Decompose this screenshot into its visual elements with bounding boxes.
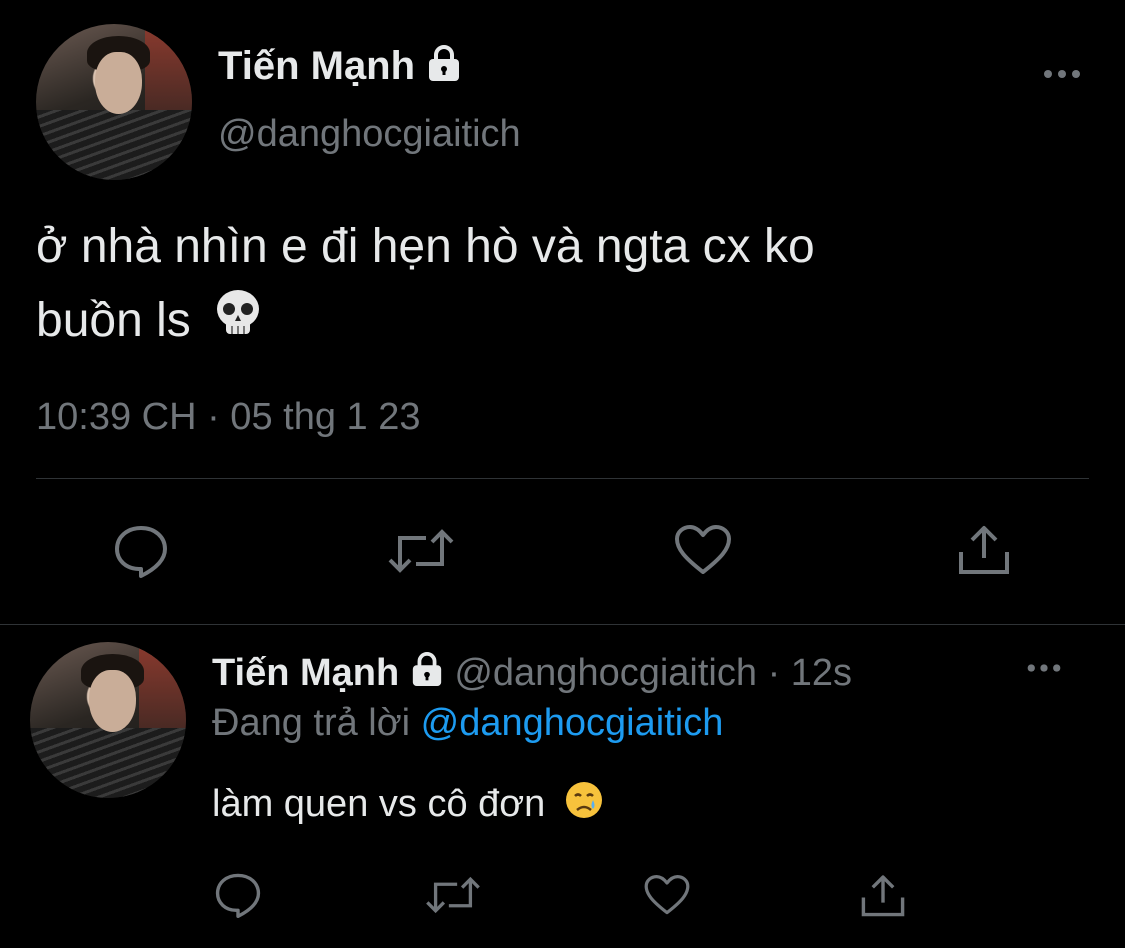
replying-to-handle-link[interactable]: @danghocgiaitich	[421, 702, 724, 744]
divider	[36, 478, 1089, 479]
tweet-text-line-2: buồn ls	[36, 284, 1086, 360]
replying-to-label: Đang trả lời	[212, 702, 411, 744]
retweet-icon[interactable]	[424, 874, 482, 916]
author-name[interactable]: Tiến Mạnh	[218, 42, 462, 94]
reply-handle[interactable]: @danghocgiaitich	[454, 652, 757, 694]
crying-face-emoji-icon	[564, 780, 604, 832]
reply-header: Tiến Mạnh @danghocgiaitich · 12s	[212, 650, 852, 699]
reply-display-name[interactable]: Tiến Mạnh	[212, 652, 399, 694]
tweet-text: ở nhà nhìn e đi hẹn hò và ngta cx ko buồ…	[36, 210, 1086, 360]
divider	[0, 624, 1125, 625]
lock-icon	[426, 43, 462, 94]
skull-emoji-icon	[214, 286, 262, 360]
reply-icon[interactable]	[214, 872, 262, 918]
author-handle[interactable]: @danghocgiaitich	[218, 112, 521, 156]
tweet-timestamp[interactable]: 10:39 CH · 05 thg 1 23	[36, 394, 420, 440]
retweet-icon[interactable]	[386, 526, 456, 576]
reply-avatar[interactable]	[30, 642, 186, 798]
reply-text-content: làm quen vs cô đơn	[212, 783, 546, 826]
replying-to: Đang trả lời @danghocgiaitich	[212, 700, 723, 746]
reply-time[interactable]: · 12s	[768, 652, 852, 694]
tweet-text-line-1: ở nhà nhìn e đi hẹn hò và ngta cx ko	[36, 220, 815, 273]
lock-icon	[410, 650, 444, 699]
tweet-text-line-2-text: buồn ls	[36, 294, 191, 347]
reply-text: làm quen vs cô đơn	[212, 780, 604, 832]
more-options-icon[interactable]	[1040, 64, 1084, 84]
share-icon[interactable]	[957, 522, 1011, 576]
heart-icon[interactable]	[643, 874, 691, 916]
heart-icon[interactable]	[673, 524, 733, 576]
reply-more-options-icon[interactable]	[1024, 658, 1064, 678]
display-name[interactable]: Tiến Mạnh	[218, 44, 415, 88]
avatar[interactable]	[36, 24, 192, 180]
reply-icon[interactable]	[113, 524, 169, 578]
share-icon[interactable]	[860, 872, 906, 918]
